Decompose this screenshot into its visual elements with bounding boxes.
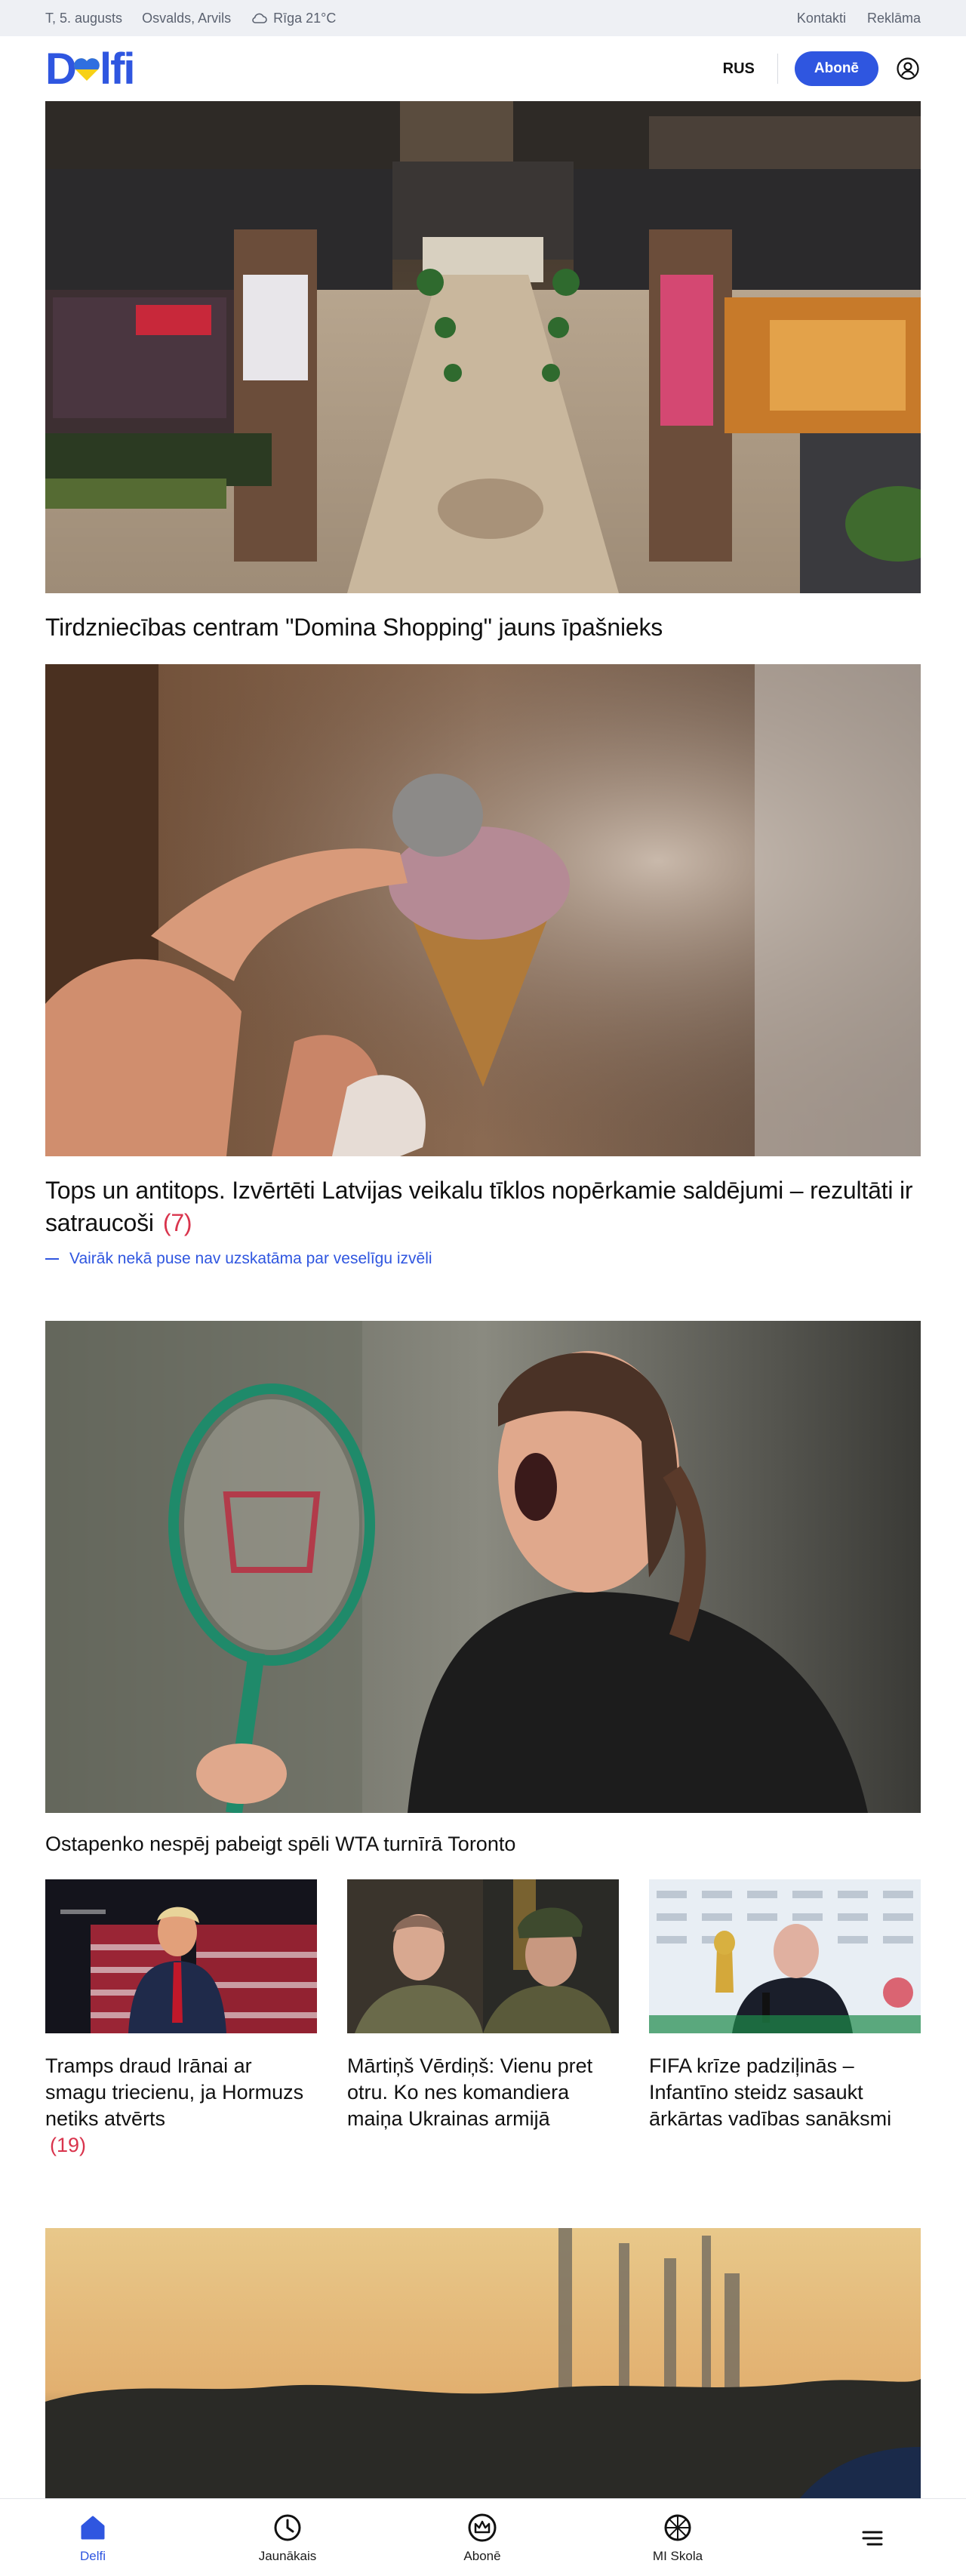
network-icon [664, 2514, 691, 2541]
date-text: T, 5. augusts [45, 10, 123, 26]
news-card[interactable]: Mārtiņš Vērdiņš: Vienu pret otru. Ko nes… [347, 1879, 619, 2166]
article-image-industrial[interactable] [45, 2228, 921, 2498]
weather[interactable]: Rīga 21°C [251, 11, 336, 26]
top-info-bar: T, 5. augusts Osvalds, Arvils Rīga 21°C … [0, 0, 966, 36]
article-image-ostapenko[interactable] [45, 1321, 921, 1813]
card-title[interactable]: Tramps draud Irānai ar smagu triecienu, … [45, 2053, 317, 2159]
nav-menu[interactable] [820, 2499, 925, 2576]
clock-icon [274, 2514, 301, 2541]
weather-text: Rīga 21°C [273, 10, 337, 26]
nav-subscribe[interactable]: Abonē [429, 2499, 535, 2576]
menu-icon [862, 2531, 883, 2545]
home-icon [81, 2516, 105, 2539]
card-image-military[interactable] [347, 1879, 619, 2033]
card-title[interactable]: Mārtiņš Vērdiņš: Vienu pret otru. Ko nes… [347, 2053, 619, 2132]
site-header: D lfi RUS Abonē [0, 36, 966, 101]
nav-label: Delfi [79, 2548, 106, 2563]
comment-count[interactable]: (7) [163, 1209, 192, 1236]
article-title[interactable]: Tirdzniecības centram "Domina Shopping" … [45, 611, 921, 644]
bottom-navigation: Delfi Jaunākais Abonē MI Skola [0, 2498, 966, 2576]
article-title[interactable]: Tops un antitops. Izvērtēti Latvijas vei… [45, 1174, 921, 1239]
article-image-domina[interactable] [45, 101, 921, 593]
namedays-text: Osvalds, Arvils [142, 10, 232, 26]
nav-label: MI Skola [652, 2548, 703, 2563]
delfi-logo-graphic: D lfi [45, 48, 136, 90]
comment-count[interactable]: (19) [50, 2134, 86, 2156]
nav-home[interactable]: Delfi [40, 2499, 146, 2576]
subscribe-button[interactable]: Abonē [794, 51, 878, 86]
card-image-trump[interactable] [45, 1879, 317, 2033]
related-link[interactable]: Vairāk nekā puse nav uzskatāma par vesel… [45, 1250, 432, 1268]
dash-icon [45, 1258, 59, 1260]
article-title[interactable]: Ostapenko nespēj pabeigt spēli WTA turnī… [45, 1831, 921, 1857]
delfi-logo[interactable]: D lfi [45, 46, 158, 91]
card-title[interactable]: FIFA krīze padziļinās – Infantīno steidz… [649, 2053, 921, 2132]
crown-icon [468, 2513, 497, 2541]
card-image-fifa[interactable] [649, 1879, 921, 2033]
cloud-icon [252, 13, 267, 23]
news-card[interactable]: FIFA krīze padziļinās – Infantīno steidz… [649, 1879, 921, 2166]
nav-latest[interactable]: Jaunākais [235, 2499, 340, 2576]
card-title-text[interactable]: Tramps draud Irānai ar smagu triecienu, … [45, 2054, 303, 2130]
news-card[interactable]: Tramps draud Irānai ar smagu triecienu, … [45, 1879, 317, 2166]
nav-label: Jaunākais [258, 2548, 317, 2563]
article-teaser[interactable] [45, 2228, 921, 2500]
svg-text:D: D [45, 48, 77, 90]
featured-article[interactable]: Tops un antitops. Izvērtēti Latvijas vei… [45, 664, 921, 1298]
nav-label: Abonē [463, 2548, 501, 2563]
advertising-link[interactable]: Reklāma [867, 11, 921, 26]
user-account-icon[interactable] [895, 56, 921, 82]
article-image-ice-cream[interactable] [45, 664, 921, 1156]
language-switch-rus[interactable]: RUS [723, 54, 778, 84]
lead-article[interactable]: Tirdzniecības centram "Domina Shopping" … [45, 101, 921, 652]
related-link-text[interactable]: Vairāk nekā puse nav uzskatāma par vesel… [69, 1250, 432, 1268]
sport-article[interactable]: Ostapenko nespēj pabeigt spēli WTA turnī… [45, 1321, 921, 1872]
nav-ai-school[interactable]: MI Skola [625, 2499, 731, 2576]
svg-text:lfi: lfi [100, 48, 134, 90]
contacts-link[interactable]: Kontakti [797, 11, 846, 26]
